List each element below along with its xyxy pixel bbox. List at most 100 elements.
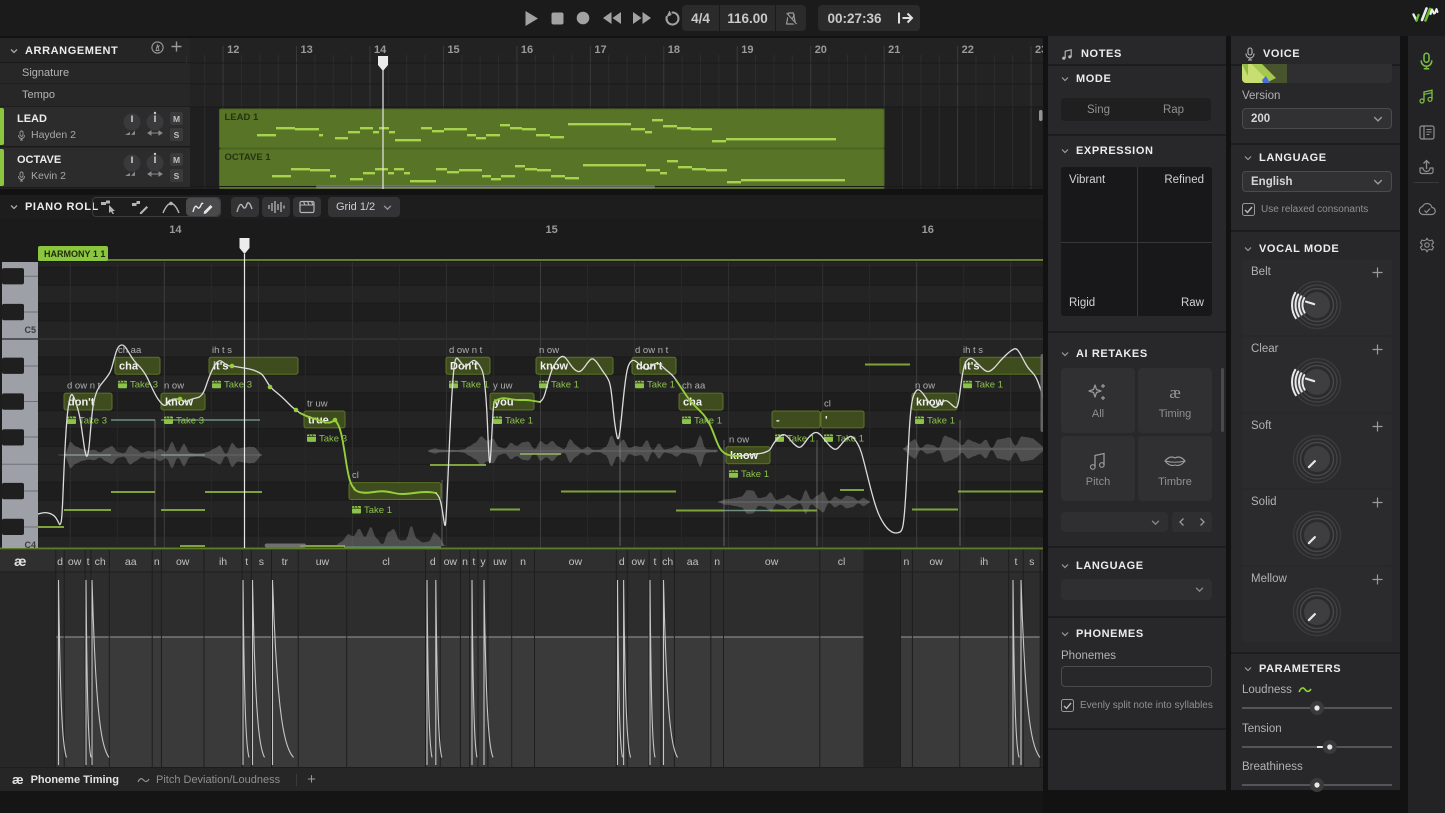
pan-knob[interactable] <box>145 111 165 137</box>
phoneme-cell-label[interactable]: cl <box>382 556 390 568</box>
loop-icon[interactable] <box>664 10 681 26</box>
piano-keyboard[interactable]: C5C4 <box>2 262 38 550</box>
rail-gear-button[interactable] <box>1408 232 1445 258</box>
phoneme-cell-label[interactable]: t <box>472 556 475 568</box>
phoneme-cell-label[interactable]: d <box>57 556 63 568</box>
singer-row[interactable]: Kevin 2 <box>17 170 66 182</box>
piano-roll-hscrollbar[interactable] <box>265 544 306 548</box>
rail-export-button[interactable] <box>1408 154 1445 180</box>
clip-lead-1[interactable] <box>220 109 885 148</box>
grid-select[interactable]: Grid 1/2 <box>328 197 400 217</box>
notes-language-select[interactable] <box>1061 579 1212 600</box>
piano-roll-vscrollbar[interactable] <box>1041 354 1044 432</box>
phoneme-cell-label[interactable]: n <box>714 556 720 568</box>
phoneme-cell-label[interactable]: s <box>1029 556 1034 568</box>
phoneme-cell-label[interactable]: ow <box>68 556 82 568</box>
phoneme-cell-label[interactable]: cl <box>838 556 846 568</box>
phoneme-cell-label[interactable]: tr <box>282 556 289 568</box>
rail-cloud-check-button[interactable] <box>1408 196 1445 222</box>
retake-timbre-button[interactable]: Timbre <box>1138 436 1212 501</box>
phoneme-cell-label[interactable]: n <box>462 556 468 568</box>
retake-next-button[interactable] <box>1192 512 1212 532</box>
record-icon[interactable] <box>576 11 590 25</box>
parameter-slider[interactable] <box>1242 735 1392 759</box>
phoneme-cell-label[interactable]: ow <box>765 556 779 568</box>
rewind-icon[interactable] <box>602 11 621 25</box>
phoneme-cell-label[interactable]: ow <box>444 556 458 568</box>
vocal-mode-knob[interactable] <box>1242 337 1392 412</box>
parameter-slider[interactable] <box>1242 696 1392 720</box>
phonemes-input[interactable] <box>1061 666 1212 687</box>
phoneme-cell-label[interactable]: d <box>619 556 625 568</box>
tab-phoneme-timing[interactable]: æ Phoneme Timing <box>12 772 119 787</box>
parameter-slider[interactable] <box>1242 773 1392 797</box>
phoneme-cell-label[interactable]: s <box>259 556 264 568</box>
add-panel-button[interactable]: + <box>307 771 316 788</box>
pan-knob[interactable] <box>145 152 165 178</box>
pitch-curve-button[interactable] <box>231 197 259 217</box>
vocal-mode-knob[interactable] <box>1242 414 1392 489</box>
phoneme-cell-label[interactable]: t <box>1014 556 1017 568</box>
retake-prev-button[interactable] <box>1172 512 1192 532</box>
phoneme-cell-label[interactable]: t <box>87 556 90 568</box>
arrangement-hscrollbar[interactable] <box>316 186 655 189</box>
phoneme-cell-label[interactable]: ow <box>631 556 645 568</box>
section-chevron-icon[interactable] <box>1244 154 1252 162</box>
tempo-row[interactable]: Tempo <box>0 84 190 107</box>
phoneme-cell-label[interactable]: uw <box>316 556 330 568</box>
retake-all-button[interactable]: All <box>1061 368 1135 433</box>
note-block[interactable] <box>349 483 441 500</box>
vibrato-tool[interactable] <box>155 198 186 216</box>
retake-pitch-button[interactable]: Pitch <box>1061 436 1135 501</box>
phoneme-cell-label[interactable]: y <box>480 556 486 568</box>
mute-button[interactable]: M <box>170 153 183 166</box>
phoneme-cell-label[interactable]: ow <box>176 556 190 568</box>
section-chevron-icon[interactable] <box>1061 350 1069 358</box>
phoneme-cell-label[interactable]: ow <box>569 556 583 568</box>
tab-pitch-deviation[interactable]: Pitch Deviation/Loudness <box>137 774 280 786</box>
phoneme-cell-label[interactable]: ow <box>929 556 943 568</box>
metronome-button[interactable] <box>776 5 806 31</box>
retake-timing-button[interactable]: æTiming <box>1138 368 1212 433</box>
voice-card[interactable] <box>1242 64 1392 83</box>
mode-rap-button[interactable]: Rap <box>1136 98 1211 121</box>
phoneme-cell-label[interactable]: t <box>654 556 657 568</box>
volume-knob[interactable] <box>122 152 142 178</box>
loudness-wave-button[interactable] <box>262 197 290 217</box>
signature-row[interactable]: Signature <box>0 63 190 84</box>
solo-button[interactable]: S <box>170 169 183 182</box>
phoneme-cell-label[interactable]: ih <box>980 556 988 568</box>
relaxed-consonants-checkbox[interactable] <box>1242 203 1255 216</box>
phoneme-cell-label[interactable]: d <box>430 556 436 568</box>
draw-notes-tool[interactable] <box>124 198 155 216</box>
vocal-mode-knob[interactable] <box>1242 567 1392 642</box>
track-header-lead[interactable]: LEAD Hayden 2 M S <box>0 107 190 147</box>
section-chevron-icon[interactable] <box>1061 630 1069 638</box>
section-chevron-icon[interactable] <box>1244 665 1252 673</box>
expression-pad[interactable]: Vibrant Refined Rigid Raw <box>1061 167 1212 316</box>
phoneme-cell-label[interactable]: n <box>154 556 160 568</box>
rail-library-button[interactable] <box>1408 119 1445 145</box>
retake-select[interactable] <box>1061 512 1168 532</box>
rail-music-notes-button[interactable] <box>1408 83 1445 109</box>
solo-button[interactable]: S <box>170 128 183 141</box>
rail-microphone-button[interactable] <box>1408 48 1445 74</box>
phoneme-cell-label[interactable]: n <box>520 556 526 568</box>
arrangement-vscrollbar[interactable] <box>1039 110 1043 121</box>
retake-panel-button[interactable] <box>293 197 321 217</box>
section-chevron-icon[interactable] <box>1061 562 1069 570</box>
phoneme-cell-label[interactable]: t <box>245 556 248 568</box>
notes-panel-scrollbar[interactable] <box>1221 368 1224 432</box>
voice-language-select[interactable]: English <box>1242 171 1392 192</box>
collapse-chevron-icon[interactable] <box>10 203 18 211</box>
mute-button[interactable]: M <box>170 112 183 125</box>
mode-sing-button[interactable]: Sing <box>1061 98 1136 121</box>
volume-knob[interactable] <box>122 111 142 137</box>
singer-row[interactable]: Hayden 2 <box>17 129 76 141</box>
pitch-pencil-tool[interactable] <box>186 198 220 216</box>
select-notes-tool[interactable] <box>93 198 124 216</box>
vocal-mode-knob[interactable] <box>1242 490 1392 565</box>
tempo-display[interactable]: 116.00 <box>720 5 775 31</box>
evenly-split-checkbox[interactable] <box>1061 699 1074 712</box>
fastforward-icon[interactable] <box>633 11 652 25</box>
